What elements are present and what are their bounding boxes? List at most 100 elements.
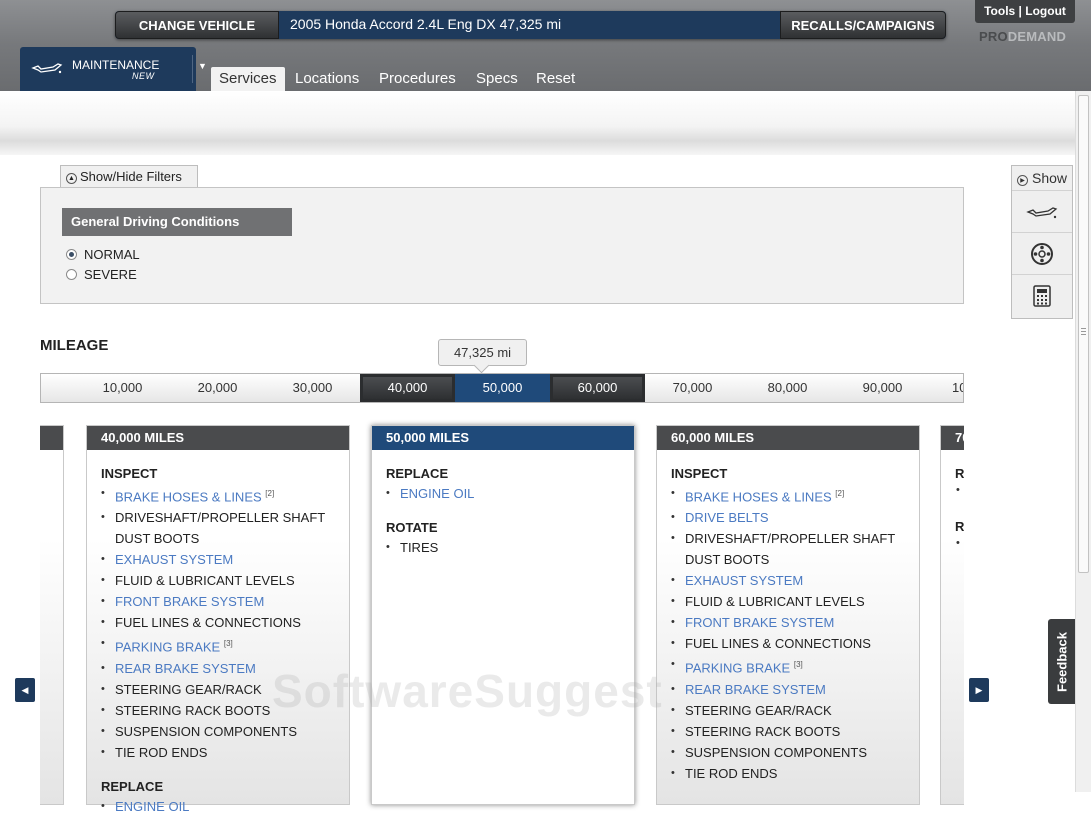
scrollbar-thumb[interactable] — [1078, 95, 1089, 573]
tab-services[interactable]: Services — [211, 67, 285, 91]
section-heading: REPLACE — [101, 778, 164, 794]
brand-pro: PRO — [979, 29, 1008, 44]
service-item-link[interactable]: EXHAUST SYSTEM — [671, 570, 909, 591]
service-item: TIE ROD ENDS — [671, 763, 909, 784]
footnote-ref: [3] — [793, 660, 803, 670]
show-hide-filters-toggle[interactable]: ▲ Show/Hide Filters — [60, 165, 198, 189]
logout-link[interactable]: Logout — [1025, 4, 1066, 18]
mileage-tick-selected[interactable]: 50,000 — [455, 374, 550, 402]
mileage-tick[interactable]: 10,000 — [75, 374, 170, 402]
header-shadow-strip — [0, 91, 1091, 155]
change-vehicle-button[interactable]: CHANGE VEHICLE — [115, 11, 279, 39]
service-card-50000: 50,000 MILES REPLACE ENGINE OIL ROTATE T… — [371, 425, 635, 805]
service-item: STEERING GEAR/RACK — [671, 700, 909, 721]
card-title: 50,000 MILES — [372, 426, 634, 450]
mileage-tick[interactable]: 20,000 — [170, 374, 265, 402]
service-item: TIE ROD ENDS — [101, 742, 339, 763]
top-header: CHANGE VEHICLE 2005 Honda Accord 2.4L En… — [0, 0, 1091, 91]
tab-procedures[interactable]: Procedures — [379, 67, 456, 91]
service-card-60000: 60,000 MILES INSPECT BRAKE HOSES & LINES… — [656, 425, 920, 805]
service-item-link[interactable]: BRAKE HOSES & LINES [2] — [101, 483, 339, 507]
footnote-ref: [3] — [223, 639, 233, 649]
radio-button-checked[interactable] — [66, 249, 77, 260]
tire-icon — [1031, 242, 1053, 265]
calculator-button[interactable] — [1012, 275, 1072, 317]
radio-normal[interactable]: NORMAL — [66, 247, 140, 262]
service-item: STEERING RACK BOOTS — [101, 700, 339, 721]
section-heading: INSPECT — [101, 466, 158, 481]
service-list: ENGINE OIL — [372, 483, 634, 504]
show-toggle[interactable]: ▶ Show — [1012, 166, 1072, 191]
service-item-link[interactable]: EXHAUST SYSTEM — [101, 549, 339, 570]
mileage-tick[interactable]: 30,000 — [265, 374, 360, 402]
maintenance-module-button[interactable]: MAINTENANCE NEW ▼ — [20, 47, 207, 91]
tools-link[interactable]: Tools — [984, 4, 1015, 18]
partial-bullet: • — [956, 484, 960, 496]
dropdown-divider — [192, 55, 193, 83]
service-item-link[interactable]: FRONT BRAKE SYSTEM — [671, 612, 909, 633]
recalls-campaigns-button[interactable]: RECALLS/CAMPAIGNS — [780, 11, 946, 39]
feedback-label: Feedback — [1054, 631, 1069, 692]
tab-specs[interactable]: Specs — [476, 67, 518, 91]
scrollbar-grip — [1081, 328, 1086, 335]
radio-button[interactable] — [66, 269, 77, 280]
partial-card-title: 70 — [941, 426, 964, 450]
next-arrow-button[interactable]: ▶ — [969, 678, 989, 702]
oil-can-icon — [1026, 206, 1058, 218]
partial-card-header — [40, 426, 63, 450]
card-title: 40,000 MILES — [87, 426, 349, 450]
radio-severe[interactable]: SEVERE — [66, 267, 137, 282]
service-item-link[interactable]: ENGINE OIL — [101, 796, 339, 817]
section-heading: REPLACE — [386, 466, 449, 481]
show-label: Show — [1032, 170, 1068, 186]
service-item: FLUID & LUBRICANT LEVELS — [101, 570, 339, 591]
service-item: STEERING GEAR/RACK — [101, 679, 339, 700]
service-item-link[interactable]: DRIVE BELTS — [671, 507, 909, 528]
section-heading: ROTATE — [386, 520, 438, 535]
service-item-link[interactable]: REAR BRAKE SYSTEM — [671, 679, 909, 700]
chevron-right-icon: ▶ — [975, 685, 983, 695]
mileage-scale[interactable]: 10,000 20,000 30,000 40,000 50,000 60,00… — [40, 373, 964, 403]
page-scrollbar[interactable] — [1075, 91, 1091, 792]
feedback-tab[interactable]: Feedback — [1048, 619, 1075, 704]
mileage-tick[interactable]: 70,000 — [645, 374, 740, 402]
service-item-link[interactable]: PARKING BRAKE [3] — [671, 654, 909, 678]
show-panel: ▶ Show — [1011, 165, 1073, 319]
vehicle-bar: CHANGE VEHICLE 2005 Honda Accord 2.4L En… — [115, 11, 946, 39]
previous-arrow-button[interactable]: ◀ — [15, 678, 35, 702]
service-list: TIRES — [372, 537, 634, 558]
chevron-down-icon[interactable]: ▼ — [198, 61, 207, 71]
footnote-ref: [2] — [835, 489, 845, 498]
service-item-link[interactable]: BRAKE HOSES & LINES [2] — [671, 483, 909, 507]
footnote-ref: [2] — [265, 489, 275, 498]
service-item: STEERING RACK BOOTS — [671, 721, 909, 742]
driving-conditions-heading: General Driving Conditions — [62, 208, 292, 236]
tire-button[interactable] — [1012, 233, 1072, 275]
service-item-link[interactable]: ENGINE OIL — [386, 483, 624, 504]
service-list: ENGINE OIL — [87, 796, 349, 817]
service-item-continued: DUST BOOTS — [685, 552, 770, 568]
tab-locations[interactable]: Locations — [295, 67, 359, 91]
mileage-tick[interactable]: 40,000 — [360, 374, 455, 402]
service-item: SUSPENSION COMPONENTS — [671, 742, 909, 763]
oil-can-button[interactable] — [1012, 191, 1072, 233]
service-item: FLUID & LUBRICANT LEVELS — [671, 591, 909, 612]
service-item: SUSPENSION COMPONENTS — [101, 721, 339, 742]
radio-normal-label: NORMAL — [84, 247, 140, 262]
mileage-title: MILEAGE — [40, 337, 109, 354]
new-badge: NEW — [132, 71, 155, 81]
mileage-tick[interactable]: 60,000 — [550, 374, 645, 402]
mileage-tick[interactable]: 90,000 — [835, 374, 930, 402]
service-item: DRIVESHAFT/PROPELLER SHAFT — [671, 528, 909, 549]
next-card-partial: 70 R • R • — [940, 425, 964, 805]
collapse-icon: ▲ — [66, 173, 77, 184]
service-item: TIRES — [386, 537, 624, 558]
partial-section-heading: R — [955, 519, 964, 534]
service-item-link[interactable]: PARKING BRAKE [3] — [101, 633, 339, 657]
mileage-tick[interactable]: 80,000 — [740, 374, 835, 402]
play-icon: ▶ — [1017, 175, 1028, 186]
tab-reset[interactable]: Reset — [536, 67, 575, 91]
service-item-link[interactable]: FRONT BRAKE SYSTEM — [101, 591, 339, 612]
service-item-link[interactable]: REAR BRAKE SYSTEM — [101, 658, 339, 679]
mileage-tick[interactable]: 10 — [930, 374, 963, 402]
